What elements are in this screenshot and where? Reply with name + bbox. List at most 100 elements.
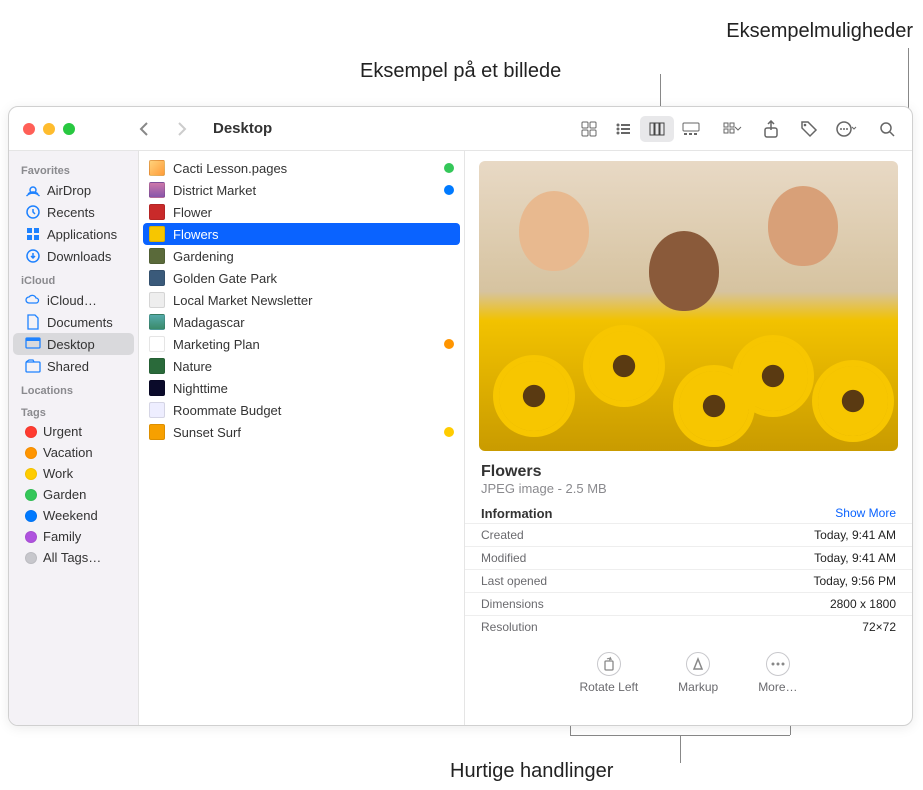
file-label: Golden Gate Park: [173, 271, 454, 286]
action-button[interactable]: [834, 116, 860, 142]
info-row: ModifiedToday, 9:41 AM: [465, 546, 912, 569]
file-label: Nighttime: [173, 381, 454, 396]
quick-action-more-[interactable]: More…: [758, 652, 797, 694]
file-row[interactable]: Roommate Budget: [139, 399, 464, 421]
column-view-button[interactable]: [640, 116, 674, 142]
nav-buttons: [139, 122, 205, 136]
info-row: Resolution72×72: [465, 615, 912, 638]
zoom-button[interactable]: [63, 123, 75, 135]
sidebar-item-downloads[interactable]: Downloads: [13, 245, 134, 267]
file-row[interactable]: Nighttime: [139, 377, 464, 399]
sidebar-item-all-tags-[interactable]: All Tags…: [13, 547, 134, 568]
info-key: Last opened: [481, 574, 547, 588]
file-row[interactable]: Cacti Lesson.pages: [139, 157, 464, 179]
sidebar-item-recents[interactable]: Recents: [13, 201, 134, 223]
sidebar-item-label: Shared: [47, 359, 89, 374]
tag-dot-icon: [25, 531, 37, 543]
file-label: Flowers: [173, 227, 454, 242]
info-header: Information Show More: [465, 504, 912, 523]
list-view-button[interactable]: [606, 116, 640, 142]
sidebar-item-shared[interactable]: Shared: [13, 355, 134, 377]
file-row[interactable]: Marketing Plan: [139, 333, 464, 355]
sidebar-item-documents[interactable]: Documents: [13, 311, 134, 333]
sidebar-item-airdrop[interactable]: AirDrop: [13, 179, 134, 201]
markup-icon: [686, 652, 710, 676]
sidebar-item-desktop[interactable]: Desktop: [13, 333, 134, 355]
titlebar: Desktop: [9, 107, 912, 151]
file-row[interactable]: Golden Gate Park: [139, 267, 464, 289]
file-thumbnail-icon: [149, 182, 165, 198]
quick-action-label: Rotate Left: [579, 680, 638, 694]
sidebar-item-icloud-[interactable]: iCloud…: [13, 289, 134, 311]
sidebar-item-garden[interactable]: Garden: [13, 484, 134, 505]
sidebar-item-urgent[interactable]: Urgent: [13, 421, 134, 442]
file-thumbnail-icon: [149, 314, 165, 330]
tag-button[interactable]: [796, 116, 822, 142]
file-row[interactable]: Local Market Newsletter: [139, 289, 464, 311]
apps-icon: [25, 226, 41, 242]
file-row[interactable]: District Market: [139, 179, 464, 201]
quick-action-markup[interactable]: Markup: [678, 652, 718, 694]
quick-action-label: More…: [758, 680, 797, 694]
sidebar-item-label: AirDrop: [47, 183, 91, 198]
file-row[interactable]: Nature: [139, 355, 464, 377]
cloud-icon: [25, 292, 41, 308]
quick-action-label: Markup: [678, 680, 718, 694]
toolbar-actions: [720, 116, 860, 142]
file-label: Local Market Newsletter: [173, 293, 454, 308]
forward-button[interactable]: [177, 122, 205, 136]
sidebar-item-label: Work: [43, 466, 73, 481]
file-thumbnail-icon: [149, 424, 165, 440]
file-label: District Market: [173, 183, 438, 198]
sidebar: Favorites AirDrop Recents ApplicationsDownl…: [9, 151, 139, 725]
file-thumbnail-icon: [149, 204, 165, 220]
file-thumbnail-icon: [149, 226, 165, 242]
preview-image: [479, 161, 898, 451]
sidebar-header: Tags: [9, 399, 138, 421]
sidebar-item-weekend[interactable]: Weekend: [13, 505, 134, 526]
file-label: Marketing Plan: [173, 337, 438, 352]
minimize-button[interactable]: [43, 123, 55, 135]
sidebar-item-label: Family: [43, 529, 81, 544]
info-value: Today, 9:56 PM: [814, 574, 897, 588]
callout-quick-actions: Hurtige handlinger: [450, 760, 613, 783]
file-tag-icon: [444, 163, 454, 173]
sidebar-item-label: Desktop: [47, 337, 95, 352]
share-button[interactable]: [758, 116, 784, 142]
gallery-view-button[interactable]: [674, 116, 708, 142]
info-key: Dimensions: [481, 597, 544, 611]
sidebar-item-work[interactable]: Work: [13, 463, 134, 484]
quick-action-rotate-left[interactable]: Rotate Left: [579, 652, 638, 694]
file-thumbnail-icon: [149, 292, 165, 308]
view-switch: [572, 116, 708, 142]
sidebar-item-label: Recents: [47, 205, 95, 220]
sidebar-header: Favorites: [9, 157, 138, 179]
preview-subtitle: JPEG image - 2.5 MB: [465, 481, 912, 504]
file-thumbnail-icon: [149, 358, 165, 374]
preview-title: Flowers: [465, 459, 912, 481]
rotate-icon: [597, 652, 621, 676]
sidebar-item-label: All Tags…: [43, 550, 101, 565]
sidebar-item-family[interactable]: Family: [13, 526, 134, 547]
sidebar-item-label: Urgent: [43, 424, 82, 439]
file-row[interactable]: Gardening: [139, 245, 464, 267]
file-row[interactable]: Sunset Surf: [139, 421, 464, 443]
sidebar-item-applications[interactable]: Applications: [13, 223, 134, 245]
sidebar-header: Locations: [9, 377, 138, 399]
sidebar-item-vacation[interactable]: Vacation: [13, 442, 134, 463]
file-row[interactable]: Flower: [139, 201, 464, 223]
sidebar-item-label: Garden: [43, 487, 86, 502]
close-button[interactable]: [23, 123, 35, 135]
file-thumbnail-icon: [149, 402, 165, 418]
file-row[interactable]: Flowers: [143, 223, 460, 245]
file-tag-icon: [444, 185, 454, 195]
callout-preview-image: Eksempel på et billede: [360, 60, 561, 83]
search-button[interactable]: [874, 116, 900, 142]
group-button[interactable]: [720, 116, 746, 142]
file-row[interactable]: Madagascar: [139, 311, 464, 333]
tag-dot-icon: [25, 426, 37, 438]
show-more-link[interactable]: Show More: [835, 506, 896, 521]
icon-view-button[interactable]: [572, 116, 606, 142]
doc-icon: [25, 314, 41, 330]
back-button[interactable]: [139, 122, 167, 136]
